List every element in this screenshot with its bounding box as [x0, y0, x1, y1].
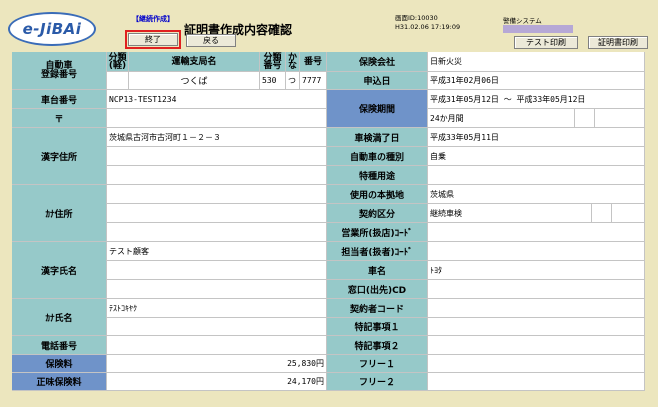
kana-name-2	[107, 318, 327, 336]
contractor-code-value	[428, 299, 645, 318]
contractor-code-label: 契約者コード	[327, 299, 428, 318]
hdr-kana: か な	[286, 52, 300, 72]
months-extra-2	[595, 109, 645, 128]
kana-value: つ	[286, 72, 300, 90]
insurer-value: 日新火災	[428, 52, 645, 72]
free1-value	[428, 355, 645, 373]
system-label: 警備システム	[503, 17, 542, 25]
chassis-value: NCP13-TEST1234	[107, 90, 327, 109]
classno-value: 530	[260, 72, 286, 90]
net-premium-label: 正味保険料	[12, 373, 107, 391]
kanji-name-2	[107, 261, 327, 280]
certificate-table: 自動車 登録番号 分類 (軽) 運輸支局名 分類 番号 か な 番号 つくば 5…	[12, 52, 645, 391]
class-value	[107, 72, 129, 90]
cert-print-button[interactable]: 証明書印刷	[588, 36, 648, 49]
premium-value: 25,830円	[107, 355, 327, 373]
branch-code-value	[428, 223, 645, 242]
kana-address-3	[107, 223, 327, 242]
hdr-office: 運輸支局名	[129, 52, 260, 72]
contract-extra-2	[612, 204, 645, 223]
special-note1-label: 特記事項１	[327, 318, 428, 336]
branch-code-label: 営業所(扱店)ｺｰﾄﾞ	[327, 223, 428, 242]
end-button[interactable]: 終了	[128, 33, 178, 46]
timestamp: H31.02.06 17:19:09	[395, 23, 461, 31]
kana-address-label: ｶﾅ住所	[12, 185, 107, 242]
phone-value	[107, 336, 327, 355]
special-use-label: 特種用途	[327, 166, 428, 185]
app-logo: e-JiBAi	[8, 12, 96, 46]
car-name-value: ﾄﾖﾀ	[428, 261, 645, 280]
kanji-name-3	[107, 280, 327, 299]
special-note2-value	[428, 336, 645, 355]
kanji-name-label: 漢字氏名	[12, 242, 107, 299]
months-value: 24か月間	[428, 109, 575, 128]
kanji-address-3	[107, 166, 327, 185]
kana-name-label: ｶﾅ氏名	[12, 299, 107, 336]
screen-info: 画面ID:10030 H31.02.06 17:19:09	[395, 14, 460, 32]
hdr-number: 番号	[300, 52, 327, 72]
kanji-name-1: テスト顧客	[107, 242, 327, 261]
hdr-classno: 分類 番号	[260, 52, 286, 72]
base-label: 使用の本拠地	[327, 185, 428, 204]
free2-value	[428, 373, 645, 391]
special-note2-label: 特記事項２	[327, 336, 428, 355]
system-bar	[503, 25, 573, 33]
kanji-address-label: 漢字住所	[12, 128, 107, 185]
free1-label: フリー１	[327, 355, 428, 373]
kanji-address-2	[107, 147, 327, 166]
kanji-address-1: 茨城県古河市古河町１－２－３	[107, 128, 327, 147]
kana-address-2	[107, 204, 327, 223]
phone-label: 電話番号	[12, 336, 107, 355]
car-name-label: 車名	[327, 261, 428, 280]
postal-value	[107, 109, 327, 128]
base-value: 茨城県	[428, 185, 645, 204]
months-extra-1	[575, 109, 595, 128]
hdr-class: 分類 (軽)	[107, 52, 129, 72]
apply-date-label: 申込日	[327, 72, 428, 90]
back-button[interactable]: 戻る	[186, 34, 236, 47]
postal-label: 〒	[12, 109, 107, 128]
kana-name-1: ﾃｽﾄｺｷﾔｸ	[107, 299, 327, 318]
contract-extra-1	[592, 204, 612, 223]
special-use-value	[428, 166, 645, 185]
inspection-value: 平成33年05月11日	[428, 128, 645, 147]
office-value: つくば	[129, 72, 260, 90]
net-premium-value: 24,170円	[107, 373, 327, 391]
inspection-label: 車検満了日	[327, 128, 428, 147]
free2-label: フリー２	[327, 373, 428, 391]
number-value: 7777	[300, 72, 327, 90]
apply-date-value: 平成31年02月06日	[428, 72, 645, 90]
insurer-label: 保険会社	[327, 52, 428, 72]
period-label: 保険期間	[327, 90, 428, 128]
window-code-value	[428, 280, 645, 299]
test-print-button[interactable]: テスト印刷	[514, 36, 578, 49]
chassis-label: 車台番号	[12, 90, 107, 109]
reg-number-label: 自動車 登録番号	[12, 52, 107, 90]
contract-type-value: 継続車検	[428, 204, 592, 223]
premium-label: 保険料	[12, 355, 107, 373]
agent-code-label: 担当者(扱者)ｺｰﾄﾞ	[327, 242, 428, 261]
contract-type-label: 契約区分	[327, 204, 428, 223]
kana-address-1	[107, 185, 327, 204]
window-code-label: 窓口(出先)CD	[327, 280, 428, 299]
agent-code-value	[428, 242, 645, 261]
logo-text: e-JiBAi	[22, 20, 82, 38]
screen-id: 画面ID:10030	[395, 14, 438, 22]
vehicle-type-label: 自動車の種別	[327, 147, 428, 166]
vehicle-type-value: 自乗	[428, 147, 645, 166]
period-value: 平成31年05月12日 ～ 平成33年05月12日	[428, 90, 645, 109]
mode-label: 【継続作成】	[132, 15, 174, 23]
special-note1-value	[428, 318, 645, 336]
